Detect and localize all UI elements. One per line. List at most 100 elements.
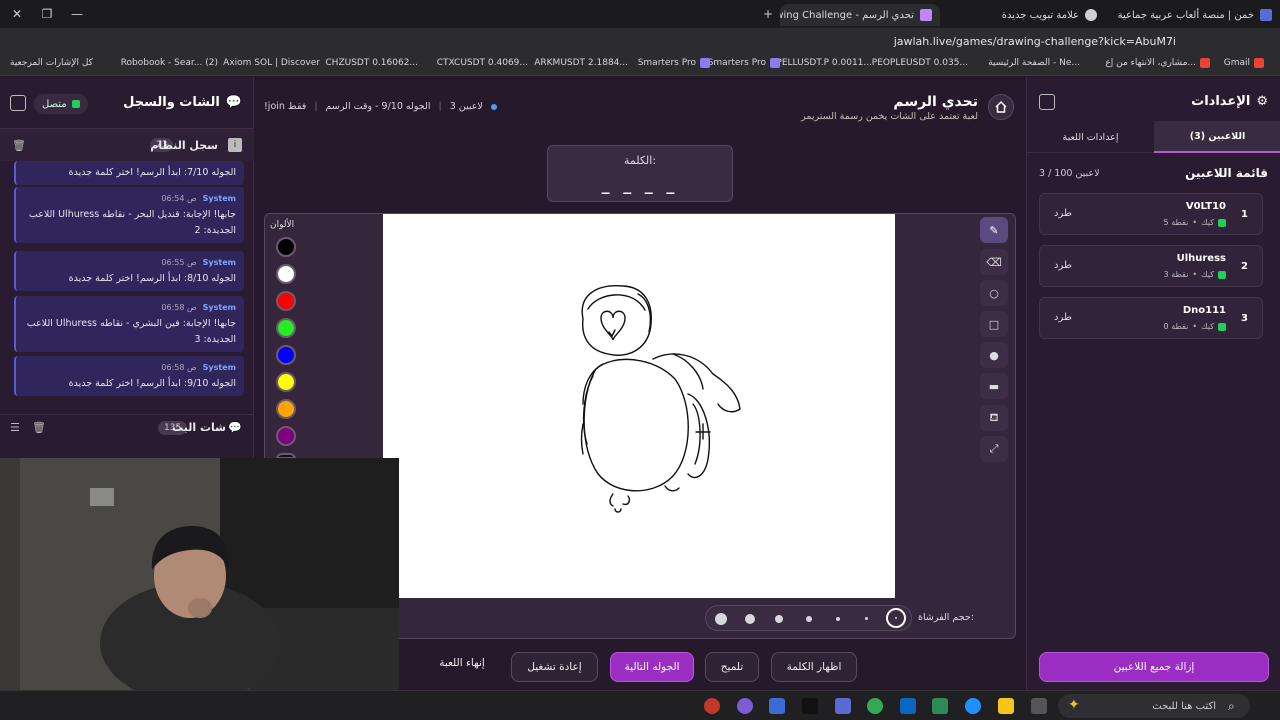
players-count: 3 / 100 لاعبين <box>1039 168 1100 179</box>
app-icon[interactable] <box>737 698 753 714</box>
brush-size-option[interactable] <box>802 612 815 625</box>
hint-button[interactable]: تلميح <box>705 652 759 682</box>
store-icon[interactable] <box>932 698 948 714</box>
tab-players[interactable]: اللاعبين (3) <box>1154 121 1280 153</box>
brush-size-option[interactable] <box>831 612 844 625</box>
kick-player-button[interactable]: طرد <box>1054 260 1072 271</box>
bookmark-item[interactable]: PEOPLEUSDT 0.035... <box>872 58 968 68</box>
color-swatch-yellow[interactable] <box>276 372 296 392</box>
collapse-panel-icon[interactable] <box>1039 94 1055 110</box>
drawing-canvas[interactable] <box>383 214 895 598</box>
color-swatch-purple[interactable] <box>276 426 296 446</box>
tiktok-icon[interactable] <box>802 698 818 714</box>
collapse-panel-icon[interactable] <box>10 95 26 111</box>
log-message: 06:58 ص System الجوله 9/10: ابدأ الرسم! ا… <box>14 356 244 396</box>
kick-icon <box>1218 322 1226 331</box>
bookmark-item[interactable]: CTXCUSDT 0.4069... <box>437 58 528 68</box>
bookmark-item[interactable]: Gmail <box>1224 58 1264 68</box>
bookmark-item[interactable]: مشاري، الانتهاء من إع... <box>1105 58 1210 68</box>
home-button[interactable] <box>988 94 1014 120</box>
circle-icon[interactable]: ○ <box>980 280 1008 306</box>
webcam-image <box>0 458 399 690</box>
colors-label: الألوان <box>270 220 295 230</box>
restore-window-icon[interactable]: ❐ <box>30 0 64 28</box>
tab-khamin[interactable]: خمن | منصة ألعاب عربية جماعية <box>1108 4 1280 26</box>
kick-player-button[interactable]: طرد <box>1054 208 1072 219</box>
bookmark-item[interactable]: CHZUSDT 0.16062... <box>325 58 418 68</box>
edge-icon[interactable] <box>965 698 981 714</box>
stream-chat-title: شات البث <box>172 421 226 434</box>
app-icon[interactable] <box>835 698 851 714</box>
kick-icon <box>1218 270 1226 279</box>
brush-size-option[interactable] <box>743 612 756 625</box>
trash-icon[interactable]: 🗑 <box>12 139 26 152</box>
game-title: تحدي الرسم <box>893 94 978 110</box>
task-view-icon[interactable] <box>1031 698 1047 714</box>
app-icon[interactable] <box>704 698 720 714</box>
close-window-icon[interactable]: ✕ <box>0 0 34 28</box>
bucket-icon[interactable]: ⛾ <box>980 405 1008 431</box>
taskbar-search[interactable]: اكتب هنا للبحث <box>1058 694 1250 718</box>
gear-icon: ⚙ <box>1256 94 1268 109</box>
color-swatch-orange[interactable] <box>276 399 296 419</box>
player-name: Ulhuress <box>1176 253 1226 264</box>
brush-size-option[interactable] <box>772 612 785 625</box>
bookmark-item[interactable]: Robobook - Sear... (2) <box>121 58 218 68</box>
kick-player-button[interactable]: طرد <box>1054 312 1072 323</box>
bookmark-item[interactable]: SPELLUSDT.P 0.0011... <box>771 58 872 68</box>
pencil-icon[interactable]: ✎ <box>980 217 1008 243</box>
brush-size-option[interactable] <box>860 612 873 625</box>
tab-title: خمن | منصة ألعاب عربية جماعية <box>1117 9 1254 21</box>
color-swatch-white[interactable] <box>276 264 296 284</box>
brush-size-option[interactable] <box>714 612 727 625</box>
brush-size-option-selected[interactable] <box>886 608 906 628</box>
players-list-title: قائمة اللاعبين <box>1185 166 1268 180</box>
all-bookmarks[interactable]: كل الإشارات المرجعية <box>10 58 93 68</box>
show-word-button[interactable]: اظهار الكلمة <box>771 652 857 682</box>
join-hint: !join فقط <box>264 101 307 112</box>
line-icon[interactable]: ⤢ <box>980 436 1008 462</box>
tab-drawing-challenge[interactable]: تحدي الرسم - Drawing Challenge <box>780 4 940 26</box>
outlook-icon[interactable] <box>900 698 916 714</box>
word-label: الكلمة: <box>623 154 657 167</box>
brush-size-selector <box>705 605 912 631</box>
system-messages: الجوله 7/10: ابدأ الرسم! اختر كلمة جديدة… <box>14 161 246 401</box>
fill-rect-icon[interactable]: ▬ <box>980 373 1008 399</box>
url-field[interactable]: jawlah.live/games/drawing-challenge?kick… <box>894 35 1176 48</box>
bookmark-item[interactable]: Smarters Pro <box>708 58 780 68</box>
next-round-button[interactable]: الجوله التالية <box>610 652 694 682</box>
trash-icon[interactable]: 🗑 <box>32 421 46 434</box>
tab-game-settings[interactable]: إعدادات اللعبة <box>1027 121 1154 153</box>
list-icon[interactable]: ☰ <box>10 421 20 434</box>
player-name: Dno111 <box>1182 305 1226 316</box>
bookmark-item[interactable]: ARKMUSDT 2.1884... <box>534 58 628 68</box>
color-swatch-green[interactable] <box>276 318 296 338</box>
restart-button[interactable]: إعادة تشغيل <box>511 652 598 682</box>
fill-circle-icon[interactable]: ● <box>980 342 1008 368</box>
eraser-icon[interactable]: ⌫ <box>980 249 1008 275</box>
player-points: 0 نقطة • كيك <box>1164 322 1226 331</box>
minimize-window-icon[interactable]: — <box>60 0 94 28</box>
color-swatch-blue[interactable] <box>276 345 296 365</box>
file-explorer-icon[interactable] <box>998 698 1014 714</box>
drawing-sketch <box>580 285 741 513</box>
app-icon[interactable] <box>769 698 785 714</box>
bookmark-item[interactable]: Axiom SOL | Discover <box>223 58 320 68</box>
player-card: 2 Ulhuress 3 نقطة • كيك طرد <box>1039 245 1263 287</box>
word-box: الكلمة: _ _ _ _ <box>547 145 733 202</box>
chrome-icon[interactable] <box>867 698 883 714</box>
tab-new-tab[interactable]: علامة تبويب جديدة <box>945 4 1105 26</box>
color-swatch-black[interactable] <box>276 237 296 257</box>
bookmark-item[interactable]: الصفحة الرئيسية - Ne... <box>988 58 1080 68</box>
bookmark-item[interactable]: Smarters Pro <box>638 58 710 68</box>
kick-icon <box>1218 218 1226 227</box>
system-log-title: سجل النظام <box>150 138 218 152</box>
chat-bubble-icon: 💬 <box>228 421 242 434</box>
player-rank: 1 <box>1241 209 1248 220</box>
player-points: 5 نقطة • كيك <box>1164 218 1226 227</box>
end-game-button[interactable]: إنهاء اللعبة <box>430 657 494 677</box>
remove-all-players-button[interactable]: إزالة جميع اللاعبين <box>1039 652 1269 682</box>
color-swatch-red[interactable] <box>276 291 296 311</box>
copilot-icon[interactable]: ✦ <box>1068 697 1080 713</box>
rectangle-icon[interactable]: □ <box>980 311 1008 337</box>
